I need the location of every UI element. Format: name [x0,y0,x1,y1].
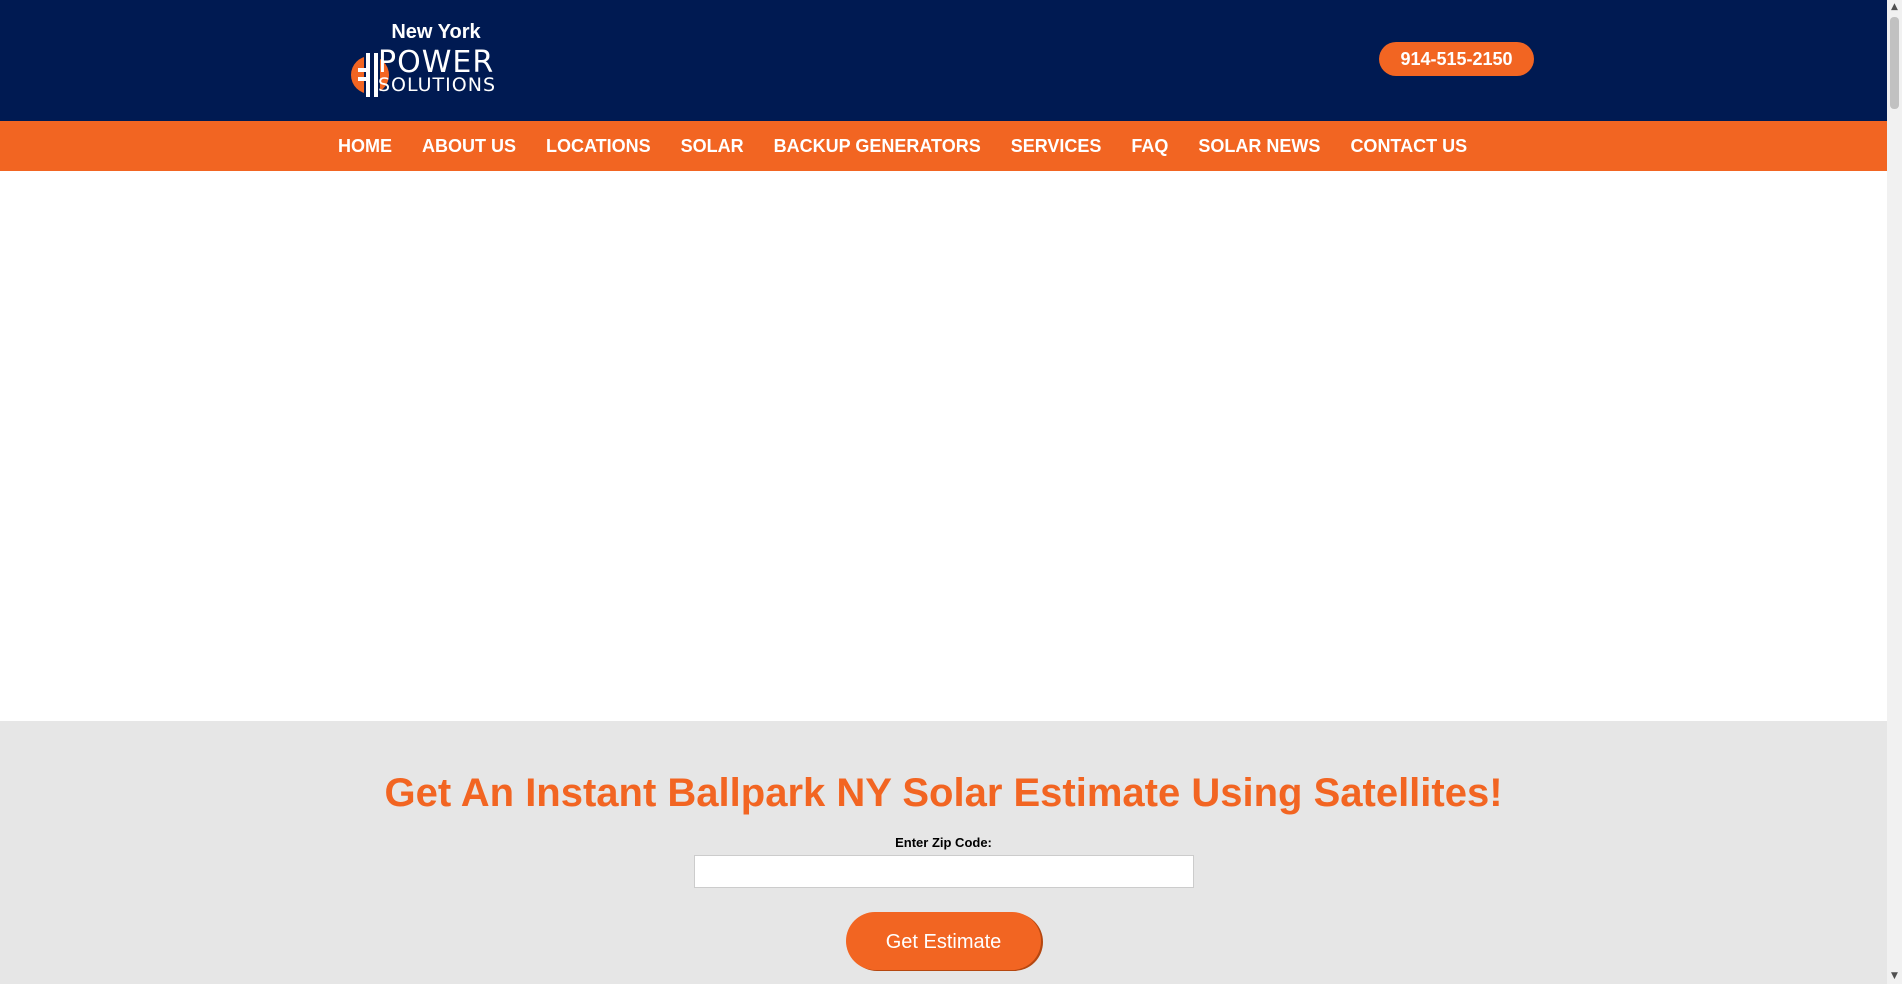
page: New York POWER SOLUTIONS 914-515-2150 HO… [0,0,1902,984]
nav-item-backup-generators[interactable]: BACKUP GENERATORS [774,136,981,157]
vertical-scrollbar[interactable]: ▲ ▼ [1887,0,1902,984]
site-logo[interactable]: New York POWER SOLUTIONS [350,18,530,102]
nav-item-solar-news[interactable]: SOLAR NEWS [1198,136,1320,157]
scroll-down-arrow-icon[interactable]: ▼ [1887,969,1902,984]
logo-mark: POWER SOLUTIONS [350,48,530,100]
zip-code-label: Enter Zip Code: [895,835,992,850]
zip-code-input[interactable] [694,855,1194,888]
nav-item-about-us[interactable]: ABOUT US [422,136,516,157]
get-estimate-button[interactable]: Get Estimate [846,912,1041,970]
hero-area [0,171,1887,721]
site-header: New York POWER SOLUTIONS 914-515-2150 [0,0,1887,121]
main-nav: HOME ABOUT US LOCATIONS SOLAR BACKUP GEN… [0,121,1887,171]
logo-word-solutions: SOLUTIONS [378,74,496,96]
estimate-heading: Get An Instant Ballpark NY Solar Estimat… [384,771,1503,815]
scroll-up-arrow-icon[interactable]: ▲ [1887,0,1902,15]
logo-region-text: New York [391,21,481,43]
estimate-section: Get An Instant Ballpark NY Solar Estimat… [0,721,1887,984]
nav-item-faq[interactable]: FAQ [1131,136,1168,157]
nav-item-services[interactable]: SERVICES [1011,136,1102,157]
nav-item-locations[interactable]: LOCATIONS [546,136,651,157]
nav-list: HOME ABOUT US LOCATIONS SOLAR BACKUP GEN… [338,121,1497,171]
nav-item-home[interactable]: HOME [338,136,392,157]
page-content: New York POWER SOLUTIONS 914-515-2150 HO… [0,0,1887,984]
nav-item-contact-us[interactable]: CONTACT US [1350,136,1467,157]
scrollbar-thumb[interactable] [1890,17,1899,109]
phone-button[interactable]: 914-515-2150 [1379,42,1534,76]
nav-item-solar[interactable]: SOLAR [681,136,744,157]
